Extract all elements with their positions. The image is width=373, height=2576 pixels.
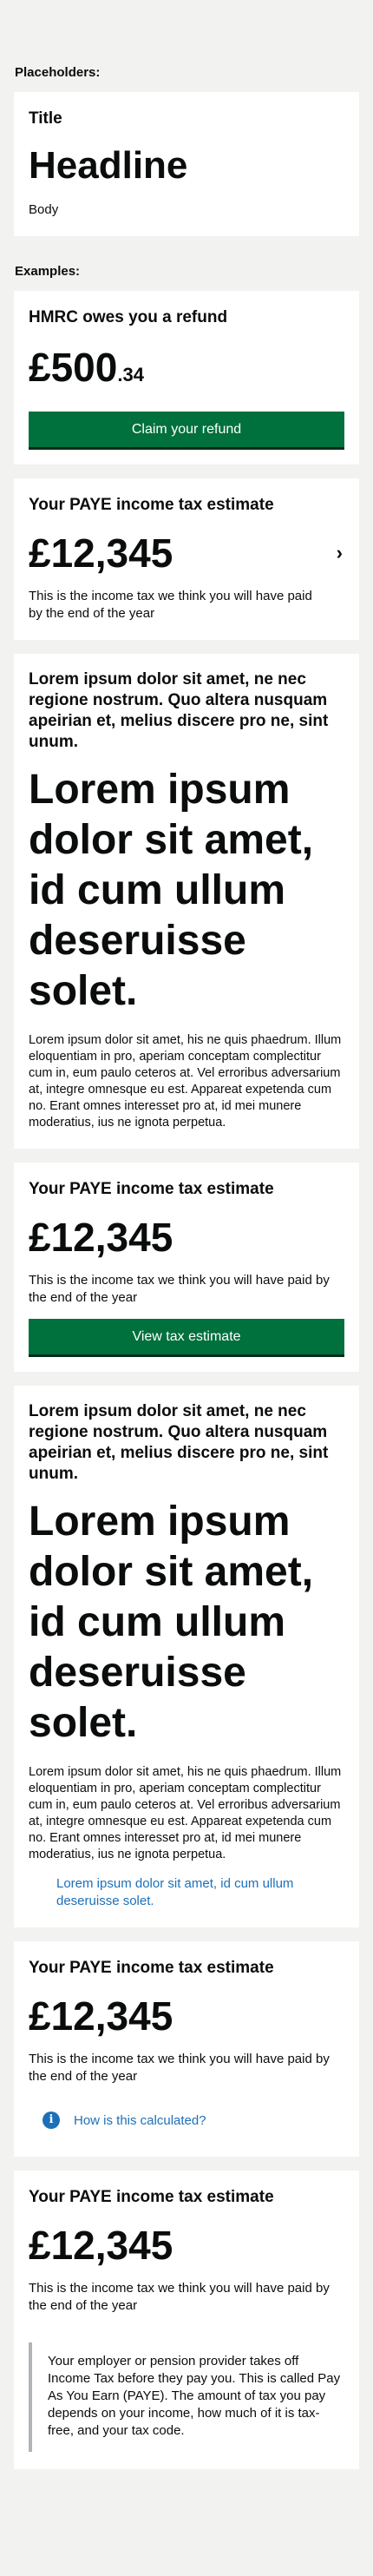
estimate-body: This is the income tax we think you will… (29, 2281, 330, 2313)
examples-label: Examples: (15, 264, 81, 279)
refund-amount: £500.34 (29, 343, 344, 399)
estimate-amount: £12,345 (29, 1993, 173, 2039)
lorem-headline: Lorem ipsum dolor sit amet, id cum ullum… (29, 1499, 314, 1746)
refund-amount-pounds: £500 (29, 345, 118, 390)
estimate-body: This is the income tax we think you will… (29, 2052, 330, 2084)
tax-estimate-card-link[interactable]: Your PAYE income tax estimate £12,345 › … (14, 478, 359, 640)
lorem-body: Lorem ipsum dolor sit amet, his ne quis … (29, 1765, 342, 1861)
lorem-link[interactable]: Lorem ipsum dolor sit amet, id cum ullum… (56, 1875, 334, 1910)
lorem-card-with-link: Lorem ipsum dolor sit amet, ne nec regio… (14, 1386, 359, 1927)
lorem-body: Lorem ipsum dolor sit amet, his ne quis … (29, 1033, 342, 1130)
tax-estimate-card-button: Your PAYE income tax estimate £12,345 Th… (14, 1163, 359, 1372)
claim-refund-button[interactable]: Claim your refund (29, 412, 344, 447)
lorem-title: Lorem ipsum dolor sit amet, ne nec regio… (29, 670, 329, 751)
lorem-title: Lorem ipsum dolor sit amet, ne nec regio… (29, 1402, 329, 1483)
estimate-amount: £12,345 (29, 1215, 173, 1260)
page: Placeholders: Title Headline Body Exampl… (0, 0, 373, 2546)
estimate-title: Your PAYE income tax estimate (29, 1180, 274, 1198)
tax-estimate-card-info: Your PAYE income tax estimate £12,345 Th… (14, 1941, 359, 2157)
info-icon: i (43, 2112, 60, 2129)
estimate-body: This is the income tax we think you will… (29, 1273, 330, 1305)
chevron-right-icon[interactable]: › (337, 542, 343, 564)
estimate-amount: £12,345 (29, 2223, 173, 2268)
estimate-title: Your PAYE income tax estimate (29, 1959, 274, 1977)
refund-card: HMRC owes you a refund £500.34 Claim you… (14, 291, 359, 464)
placeholders-label: Placeholders: (15, 65, 101, 80)
card-headline: Headline (29, 144, 188, 187)
estimate-body: This is the income tax we think you will… (29, 589, 312, 621)
estimate-amount: £12,345 (29, 530, 173, 576)
refund-title: HMRC owes you a refund (29, 308, 228, 326)
view-tax-estimate-button[interactable]: View tax estimate (29, 1319, 344, 1354)
paye-inset-text: Your employer or pension provider takes … (29, 2342, 344, 2452)
placeholder-card: Title Headline Body (14, 92, 359, 236)
estimate-title: Your PAYE income tax estimate (29, 2188, 274, 2206)
how-calculated-link[interactable]: i How is this calculated? (43, 2112, 344, 2129)
tax-estimate-card-inset: Your PAYE income tax estimate £12,345 Th… (14, 2171, 359, 2469)
card-body: Body (29, 202, 59, 217)
estimate-amount-row: £12,345 › (29, 529, 344, 577)
how-calculated-label: How is this calculated? (74, 2112, 206, 2128)
lorem-card: Lorem ipsum dolor sit amet, ne nec regio… (14, 654, 359, 1149)
lorem-headline: Lorem ipsum dolor sit amet, id cum ullum… (29, 767, 314, 1014)
card-title: Title (29, 109, 62, 128)
estimate-title: Your PAYE income tax estimate (29, 496, 274, 514)
refund-amount-pence: .34 (117, 364, 144, 385)
